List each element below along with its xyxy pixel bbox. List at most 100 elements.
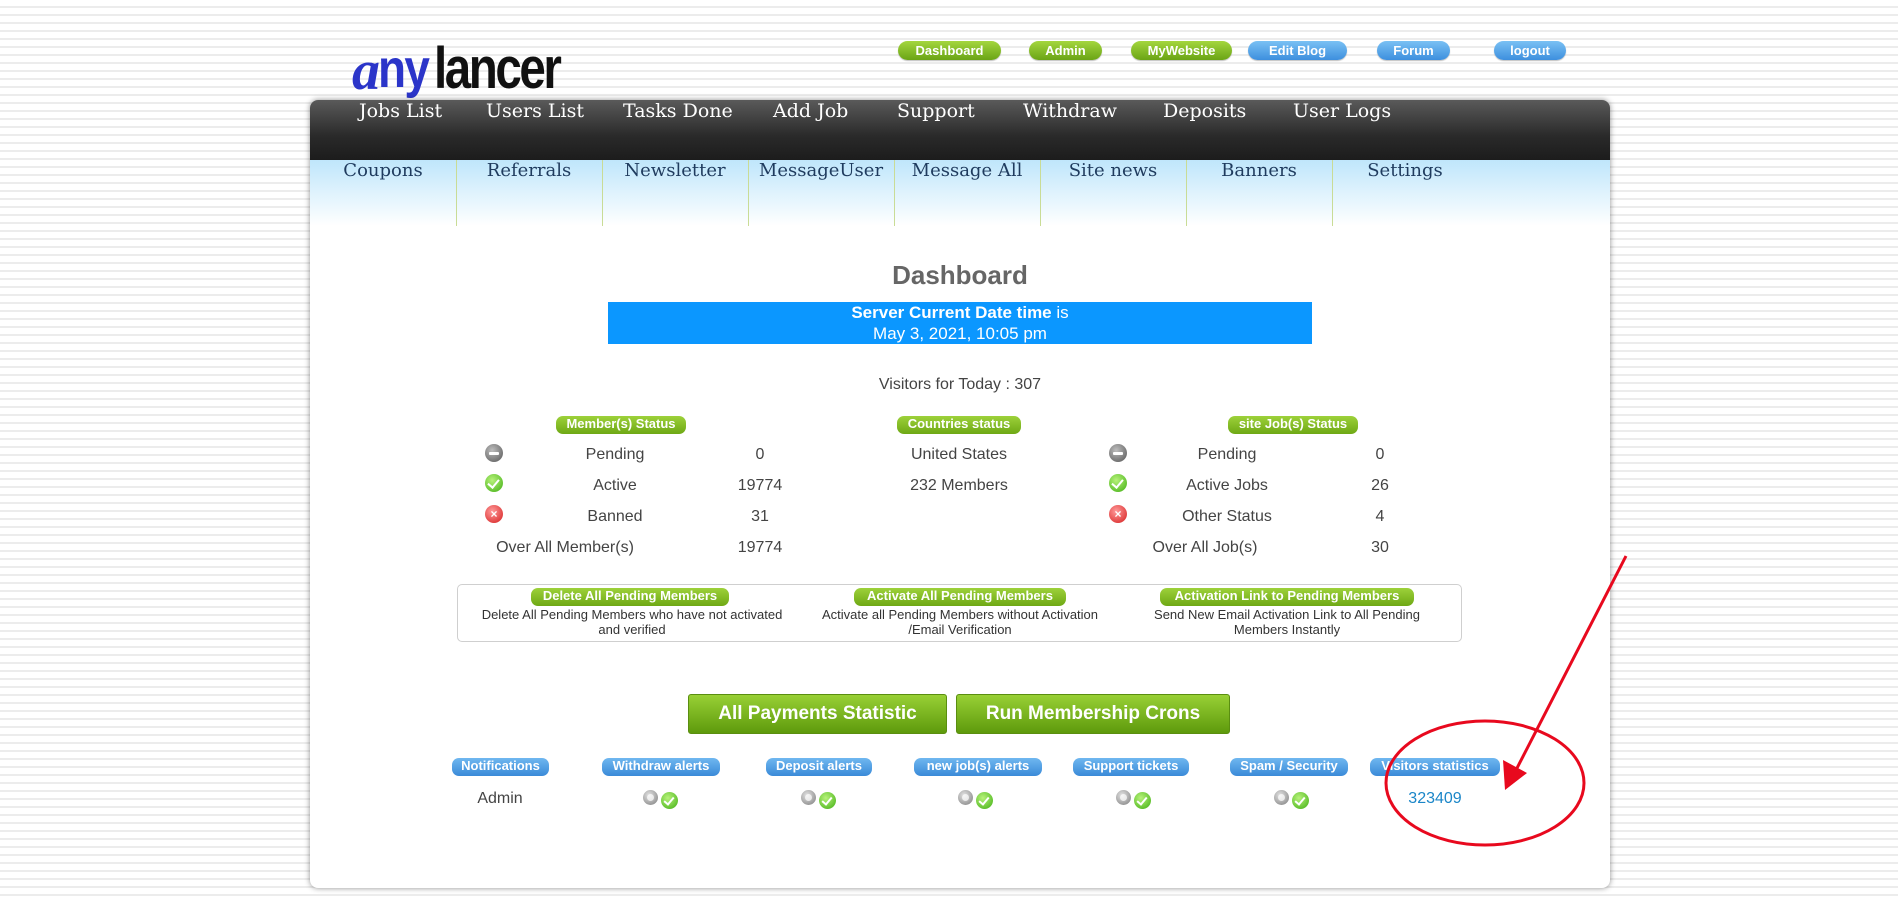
delete-pending-desc: Delete All Pending Members who have not …	[467, 607, 797, 637]
member-active-value: 19774	[737, 477, 783, 494]
delete-pending-button[interactable]: Delete All Pending Members	[531, 588, 729, 606]
deposit-alerts-badge: Deposit alerts	[766, 758, 872, 776]
page-title: Dashboard	[892, 260, 1028, 290]
nav-referrals[interactable]: Referrals	[456, 160, 603, 226]
banned-icon: ×	[485, 505, 503, 523]
job-other-value: 4	[1375, 508, 1385, 525]
on-icon	[661, 792, 678, 809]
job-active-value: 26	[1371, 477, 1389, 494]
delete-pending-desc-line2: and verified	[598, 622, 666, 637]
on-icon	[1134, 792, 1151, 809]
support-tickets-status[interactable]	[1116, 790, 1156, 809]
member-active-label: Active	[593, 477, 637, 494]
pending-icon	[485, 444, 503, 462]
top-link-dashboard[interactable]: Dashboard	[898, 41, 1001, 60]
primary-nav: Jobs List Users List Tasks Done Add Job …	[310, 100, 1610, 160]
nav-deposits[interactable]: Deposits	[1163, 100, 1246, 160]
visitors-statistics-value[interactable]: 323409	[1385, 790, 1485, 808]
activate-pending-desc: Activate all Pending Members without Act…	[795, 607, 1125, 637]
activation-link-desc-line2: Members Instantly	[1233, 622, 1341, 637]
top-link-forum[interactable]: Forum	[1377, 41, 1450, 60]
active-icon	[1109, 474, 1127, 492]
secondary-nav: Coupons Referrals Newsletter MessageUser…	[310, 160, 1610, 226]
job-total-value: 30	[1371, 539, 1389, 556]
job-pending-value: 0	[1375, 446, 1385, 463]
activation-link-desc: Send New Email Activation Link to All Pe…	[1122, 607, 1452, 637]
server-time-label: Server Current Date time	[851, 303, 1052, 322]
activate-pending-button[interactable]: Activate All Pending Members	[854, 588, 1066, 606]
nav-newsletter[interactable]: Newsletter	[602, 160, 749, 226]
spam-security-badge: Spam / Security	[1230, 758, 1348, 776]
run-membership-crons-button[interactable]: Run Membership Crons	[956, 694, 1230, 734]
on-icon	[976, 792, 993, 809]
admin-panel: Jobs List Users List Tasks Done Add Job …	[310, 100, 1610, 888]
server-time-label-rest: is	[1051, 303, 1069, 322]
nav-users-list[interactable]: Users List	[486, 100, 584, 160]
logo-letter-a: a	[352, 40, 380, 102]
member-total-label: Over All Member(s)	[496, 539, 634, 556]
nav-tasks-done[interactable]: Tasks Done	[623, 100, 733, 160]
withdraw-alerts-badge: Withdraw alerts	[602, 758, 720, 776]
server-time-box: Server Current Date time is May 3, 2021,…	[608, 302, 1312, 344]
deposit-alerts-status[interactable]	[801, 790, 841, 809]
all-payments-statistic-button[interactable]: All Payments Statistic	[688, 694, 947, 734]
server-time-value: May 3, 2021, 10:05 pm	[873, 324, 1047, 343]
member-pending-value: 0	[755, 446, 765, 463]
member-status-badge: Member(s) Status	[556, 416, 686, 434]
nav-withdraw[interactable]: Withdraw	[1023, 100, 1117, 160]
new-jobs-alerts-badge: new job(s) alerts	[914, 758, 1042, 776]
notifications-badge: Notifications	[452, 758, 549, 776]
support-tickets-badge: Support tickets	[1073, 758, 1189, 776]
nav-site-news[interactable]: Site news	[1040, 160, 1187, 226]
visitors-statistics-badge: Visitors statistics	[1370, 758, 1500, 776]
visitors-today: Visitors for Today : 307	[878, 376, 1042, 393]
nav-user-logs[interactable]: User Logs	[1293, 100, 1391, 160]
active-icon	[485, 474, 503, 492]
delete-pending-desc-line1: Delete All Pending Members who have not …	[481, 607, 783, 622]
job-other-label: Other Status	[1182, 508, 1272, 525]
nav-message-user[interactable]: MessageUser	[748, 160, 895, 226]
on-icon	[1292, 792, 1309, 809]
withdraw-alerts-status[interactable]	[643, 790, 683, 809]
nav-jobs-list[interactable]: Jobs List	[359, 100, 442, 160]
job-total-label: Over All Job(s)	[1152, 539, 1258, 556]
member-total-value: 19774	[737, 539, 783, 556]
banned-icon: ×	[1109, 505, 1127, 523]
logo-ny: ny	[378, 39, 430, 99]
new-jobs-alerts-status[interactable]	[958, 790, 998, 809]
on-icon	[819, 792, 836, 809]
top-link-edit-blog[interactable]: Edit Blog	[1248, 41, 1347, 60]
off-icon	[643, 790, 658, 805]
nav-coupons[interactable]: Coupons	[310, 160, 457, 226]
country-name: United States	[910, 446, 1008, 463]
member-banned-value: 31	[751, 508, 769, 525]
activation-link-button[interactable]: Activation Link to Pending Members	[1160, 588, 1414, 606]
pending-icon	[1109, 444, 1127, 462]
nav-banners[interactable]: Banners	[1186, 160, 1333, 226]
off-icon	[801, 790, 816, 805]
country-members: 232 Members	[910, 477, 1008, 494]
logo-lancer: lancer	[434, 36, 562, 101]
spam-security-status[interactable]	[1274, 790, 1314, 809]
nav-add-job[interactable]: Add Job	[773, 100, 848, 160]
off-icon	[1116, 790, 1131, 805]
activation-link-desc-line1: Send New Email Activation Link to All Pe…	[1154, 607, 1420, 622]
notifications-value: Admin	[477, 790, 523, 807]
site-logo[interactable]: a ny lancer	[352, 36, 592, 102]
countries-status-badge: Countries status	[897, 416, 1021, 434]
top-link-mywebsite[interactable]: MyWebsite	[1131, 41, 1232, 60]
off-icon	[1274, 790, 1289, 805]
off-icon	[958, 790, 973, 805]
job-active-label: Active Jobs	[1186, 477, 1268, 494]
member-pending-label: Pending	[585, 446, 645, 463]
job-status-badge: site Job(s) Status	[1228, 416, 1358, 434]
activate-pending-desc-line1: Activate all Pending Members without Act…	[821, 607, 1099, 622]
job-pending-label: Pending	[1197, 446, 1257, 463]
member-banned-label: Banned	[587, 508, 643, 525]
nav-message-all[interactable]: Message All	[894, 160, 1041, 226]
nav-support[interactable]: Support	[897, 100, 975, 160]
top-link-logout[interactable]: logout	[1494, 41, 1566, 60]
activate-pending-desc-line2: /Email Verification	[908, 622, 1012, 637]
top-link-admin[interactable]: Admin	[1029, 41, 1102, 60]
nav-settings[interactable]: Settings	[1332, 160, 1478, 226]
